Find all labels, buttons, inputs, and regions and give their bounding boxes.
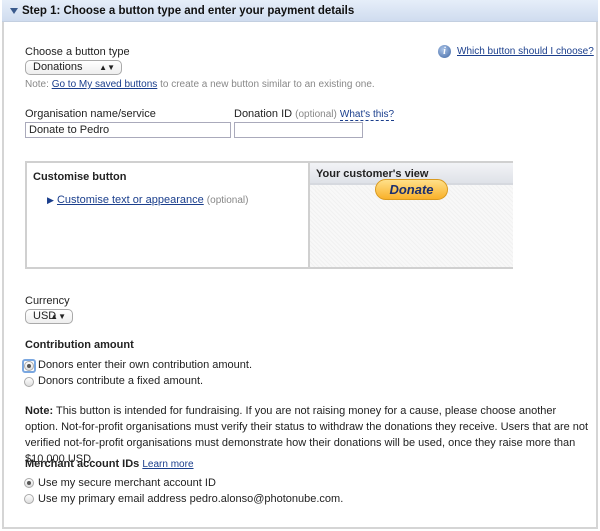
select-arrows-icon: ▲▼ xyxy=(50,312,66,321)
merchant-header: Merchant account IDs Learn more xyxy=(25,458,194,470)
radio-merchant-id-label: Use my secure merchant account ID xyxy=(38,477,216,489)
radio-own-amount-label: Donors enter their own contribution amou… xyxy=(38,359,253,371)
learn-more-link[interactable]: Learn more xyxy=(142,459,193,470)
saved-buttons-link[interactable]: Go to My saved buttons xyxy=(52,79,158,90)
radio-merchant-id[interactable] xyxy=(24,478,34,488)
info-icon: i xyxy=(438,45,451,58)
step-header[interactable]: Step 1: Choose a button type and enter y… xyxy=(2,0,598,22)
note-text: This button is intended for fundraising.… xyxy=(25,405,589,465)
currency-label: Currency xyxy=(25,295,70,307)
whats-this-link[interactable]: What's this? xyxy=(339,109,395,121)
contribution-title: Contribution amount xyxy=(25,339,134,351)
donate-button-preview: Donate xyxy=(375,179,448,200)
radio-fixed-amount[interactable] xyxy=(24,377,34,387)
customise-box: Customise button ▶ Customise text or app… xyxy=(25,161,513,269)
note-prefix: Note: xyxy=(25,79,49,90)
which-button-link[interactable]: Which button should I choose? xyxy=(457,46,594,57)
radio-email[interactable] xyxy=(24,494,34,504)
merchant-title: Merchant account IDs xyxy=(25,458,140,470)
customise-title: Customise button xyxy=(33,171,127,183)
expand-triangle-icon: ▶ xyxy=(47,195,54,205)
note-suffix: to create a new button similar to an exi… xyxy=(160,79,375,90)
optional-hint: (optional) xyxy=(295,109,337,120)
step-title: Step 1: Choose a button type and enter y… xyxy=(22,5,355,17)
customise-optional: (optional) xyxy=(206,195,249,206)
customise-row: ▶ Customise text or appearance (optional… xyxy=(47,194,249,206)
org-name-input[interactable]: Donate to Pedro xyxy=(25,122,231,138)
org-label: Organisation name/service xyxy=(25,108,156,120)
button-type-select[interactable]: Donations ▲▼ xyxy=(25,60,122,75)
select-arrows-icon: ▲▼ xyxy=(99,63,115,72)
customise-link[interactable]: Customise text or appearance xyxy=(57,194,204,206)
donation-id-label: Donation ID xyxy=(234,108,293,120)
button-type-value: Donations xyxy=(33,61,83,73)
note-label: Note: xyxy=(25,405,54,417)
radio-email-label: Use my primary email address pedro.alons… xyxy=(38,493,344,505)
radio-own-amount[interactable] xyxy=(24,361,34,371)
customer-view-panel: Your customer's view Donate xyxy=(308,163,513,267)
button-type-label: Choose a button type xyxy=(25,46,130,58)
donation-id-input[interactable] xyxy=(234,122,363,138)
currency-select[interactable]: USD ▲▼ xyxy=(25,309,73,324)
collapse-triangle-icon xyxy=(10,8,18,14)
donation-id-label-group: Donation ID (optional) What's this? xyxy=(234,108,395,121)
saved-buttons-note: Note: Go to My saved buttons to create a… xyxy=(25,79,375,90)
radio-fixed-amount-label: Donors contribute a fixed amount. xyxy=(38,375,204,387)
